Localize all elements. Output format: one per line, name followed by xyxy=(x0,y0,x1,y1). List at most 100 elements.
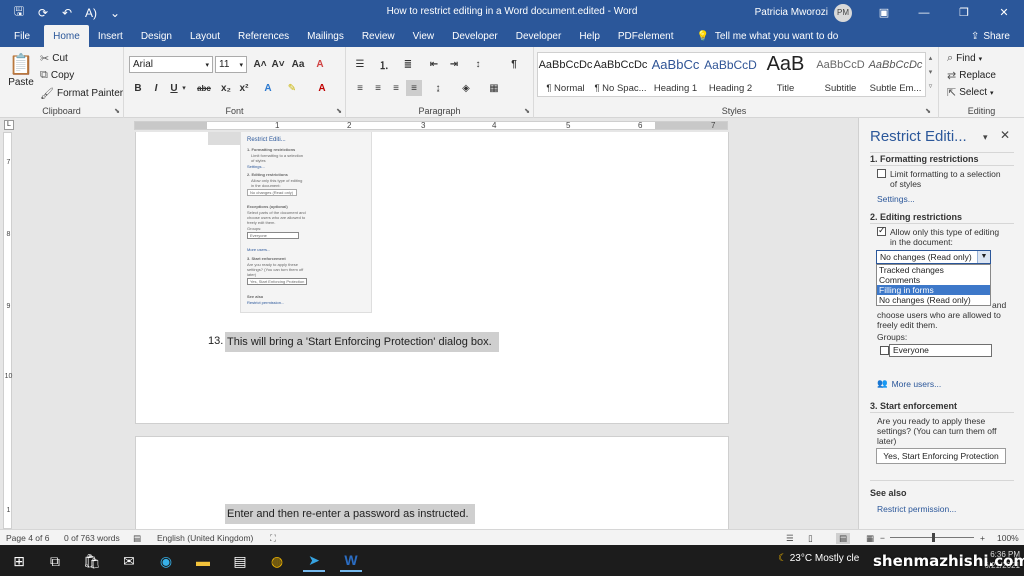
document-page-next[interactable]: Enter and then re-enter a password as in… xyxy=(135,436,729,529)
copy-button[interactable]: ⧉ Copy xyxy=(40,69,74,82)
allow-editing-checkbox[interactable] xyxy=(877,225,886,236)
weather-widget[interactable]: ☾ 23°C Mostly cle xyxy=(778,553,859,564)
tab-pdfelement[interactable]: PDFelement xyxy=(609,25,683,47)
style-no-spacing[interactable]: AaBbCcDc ¶ No Spac... xyxy=(593,53,648,98)
ribbon-display-icon[interactable]: ▣ xyxy=(864,0,904,25)
highlight-icon[interactable]: ✎ xyxy=(284,80,300,96)
horizontal-ruler[interactable]: L 1 2 3 4 5 6 7 xyxy=(0,118,858,132)
paragraph-launcher-icon[interactable]: ⬊ xyxy=(524,107,530,115)
font-launcher-icon[interactable]: ⬊ xyxy=(336,107,342,115)
subscript-icon[interactable]: x₂ xyxy=(218,80,234,96)
shading-icon[interactable]: ◈ xyxy=(458,80,474,96)
close-icon[interactable]: ✕ xyxy=(1000,128,1010,142)
web-layout-icon[interactable]: ▦ xyxy=(866,533,874,544)
limit-formatting-checkbox[interactable] xyxy=(877,169,886,178)
customize-qat-icon[interactable]: ⌄ xyxy=(104,2,126,24)
multilevel-list-icon[interactable]: ≣ xyxy=(400,56,416,72)
style-title[interactable]: AaB Title xyxy=(758,53,813,98)
word-icon[interactable]: W xyxy=(340,550,362,572)
chevron-down-icon[interactable]: ▾ xyxy=(180,80,188,96)
replace-button[interactable]: ⇄ Replace xyxy=(947,69,996,82)
align-center-icon[interactable]: ≡ xyxy=(370,80,386,96)
tab-help[interactable]: Help xyxy=(570,25,609,47)
everyone-item[interactable]: Everyone xyxy=(889,344,992,357)
tab-home[interactable]: Home xyxy=(44,25,89,47)
embedded-screenshot-image[interactable]: Restrict Editi... 1. Formatting restrict… xyxy=(240,132,372,313)
align-left-icon[interactable]: ≡ xyxy=(352,80,368,96)
style-heading-1[interactable]: AaBbCc Heading 1 xyxy=(648,53,703,98)
tab-selector-icon[interactable]: L xyxy=(4,120,14,130)
clipboard-launcher-icon[interactable]: ⬊ xyxy=(114,107,120,115)
tell-me-box[interactable]: 💡 Tell me what you want to do xyxy=(682,25,838,47)
task-view-icon[interactable]: ⧉ xyxy=(44,550,66,572)
tab-developer[interactable]: Developer xyxy=(443,25,507,47)
borders-icon[interactable]: ▦ xyxy=(486,80,502,96)
clear-formatting-icon[interactable]: A xyxy=(312,56,328,72)
start-enforcing-button[interactable]: Yes, Start Enforcing Protection xyxy=(876,448,1006,464)
italic-icon[interactable]: I xyxy=(148,80,164,96)
editing-type-select[interactable]: No changes (Read only) ▼ xyxy=(876,250,991,264)
proofing-icon[interactable]: ▤ xyxy=(133,533,141,544)
document-page[interactable]: Restrict Editi... 1. Formatting restrict… xyxy=(135,132,729,424)
increase-indent-icon[interactable]: ⇥ xyxy=(446,56,462,72)
font-name-select[interactable]: Arial ▾ xyxy=(129,56,213,73)
app-icon[interactable]: ▤ xyxy=(229,550,251,572)
share-button[interactable]: ⇪ Share xyxy=(971,25,1010,47)
word-count[interactable]: 0 of 763 words xyxy=(64,533,120,543)
tab-developer-2[interactable]: Developer xyxy=(507,25,571,47)
vertical-ruler[interactable]: 7 8 9 10 1 xyxy=(0,132,14,529)
bullets-icon[interactable]: ☰ xyxy=(352,56,368,72)
sort-icon[interactable]: ↕ xyxy=(470,56,486,72)
tab-view[interactable]: View xyxy=(404,25,444,47)
edge-icon[interactable]: ◉ xyxy=(155,550,177,572)
font-size-select[interactable]: 11 ▾ xyxy=(215,56,247,73)
accessibility-icon[interactable]: ⛶ xyxy=(270,533,276,544)
numbering-icon[interactable]: ⒈ xyxy=(376,56,392,72)
tab-file[interactable]: File xyxy=(0,25,44,47)
save-icon[interactable]: 🖫 xyxy=(8,2,30,24)
autosave-icon[interactable]: ⟳ xyxy=(32,2,54,24)
style-subtle-emphasis[interactable]: AaBbCcDc Subtle Em... xyxy=(868,53,923,98)
step-13-text[interactable]: This will bring a 'Start Enforcing Prote… xyxy=(225,332,499,352)
read-aloud-icon[interactable]: A) xyxy=(80,2,102,24)
show-marks-icon[interactable]: ¶ xyxy=(506,56,522,72)
tab-mailings[interactable]: Mailings xyxy=(298,25,353,47)
chevron-down-icon[interactable]: ▾ xyxy=(983,132,988,143)
zoom-in-icon[interactable]: + xyxy=(980,533,985,543)
option-no-changes[interactable]: No changes (Read only) xyxy=(877,295,990,305)
style-subtitle[interactable]: AaBbCcD Subtitle xyxy=(813,53,868,98)
chrome-icon[interactable]: ◍ xyxy=(266,550,288,572)
bold-icon[interactable]: B xyxy=(130,80,146,96)
styles-scroll-icon[interactable]: ▴ ▾ ▿ xyxy=(926,52,935,97)
settings-link[interactable]: Settings... xyxy=(877,194,915,204)
tab-design[interactable]: Design xyxy=(132,25,181,47)
telegram-icon[interactable]: ➤ xyxy=(303,550,325,572)
language[interactable]: English (United Kingdom) xyxy=(157,533,253,543)
cut-button[interactable]: ✂ Cut xyxy=(40,52,68,65)
password-step-text[interactable]: Enter and then re-enter a password as in… xyxy=(225,504,475,524)
close-button[interactable]: ✕ xyxy=(984,0,1024,25)
line-spacing-icon[interactable]: ↨ xyxy=(430,80,446,96)
file-explorer-icon[interactable]: ▬ xyxy=(192,550,214,572)
tab-review[interactable]: Review xyxy=(353,25,404,47)
text-effects-icon[interactable]: A xyxy=(260,80,276,96)
shrink-font-icon[interactable]: A˅ xyxy=(270,56,286,72)
option-comments[interactable]: Comments xyxy=(877,275,990,285)
change-case-icon[interactable]: Aa xyxy=(290,56,306,72)
font-color-icon[interactable]: A xyxy=(314,80,330,96)
zoom-level[interactable]: 100% xyxy=(997,533,1019,543)
focus-icon[interactable]: ☰ xyxy=(786,533,794,544)
select-button[interactable]: ⇱ Select ▾ xyxy=(947,86,994,99)
style-heading-2[interactable]: AaBbCcD Heading 2 xyxy=(703,53,758,98)
zoom-out-icon[interactable]: − xyxy=(880,533,885,543)
justify-icon[interactable]: ≡ xyxy=(406,80,422,96)
zoom-thumb[interactable] xyxy=(932,533,935,542)
store-icon[interactable]: 🛍 xyxy=(81,550,103,572)
tab-layout[interactable]: Layout xyxy=(181,25,229,47)
restrict-permission-link[interactable]: Restrict permission... xyxy=(877,504,956,514)
paste-button[interactable]: 📋 Paste xyxy=(6,53,36,101)
minimize-button[interactable]: — xyxy=(904,0,944,25)
more-users-link[interactable]: 👥 More users... xyxy=(877,378,941,389)
styles-launcher-icon[interactable]: ⬊ xyxy=(925,107,931,115)
find-button[interactable]: ⌕ Find ▾ xyxy=(947,52,982,65)
